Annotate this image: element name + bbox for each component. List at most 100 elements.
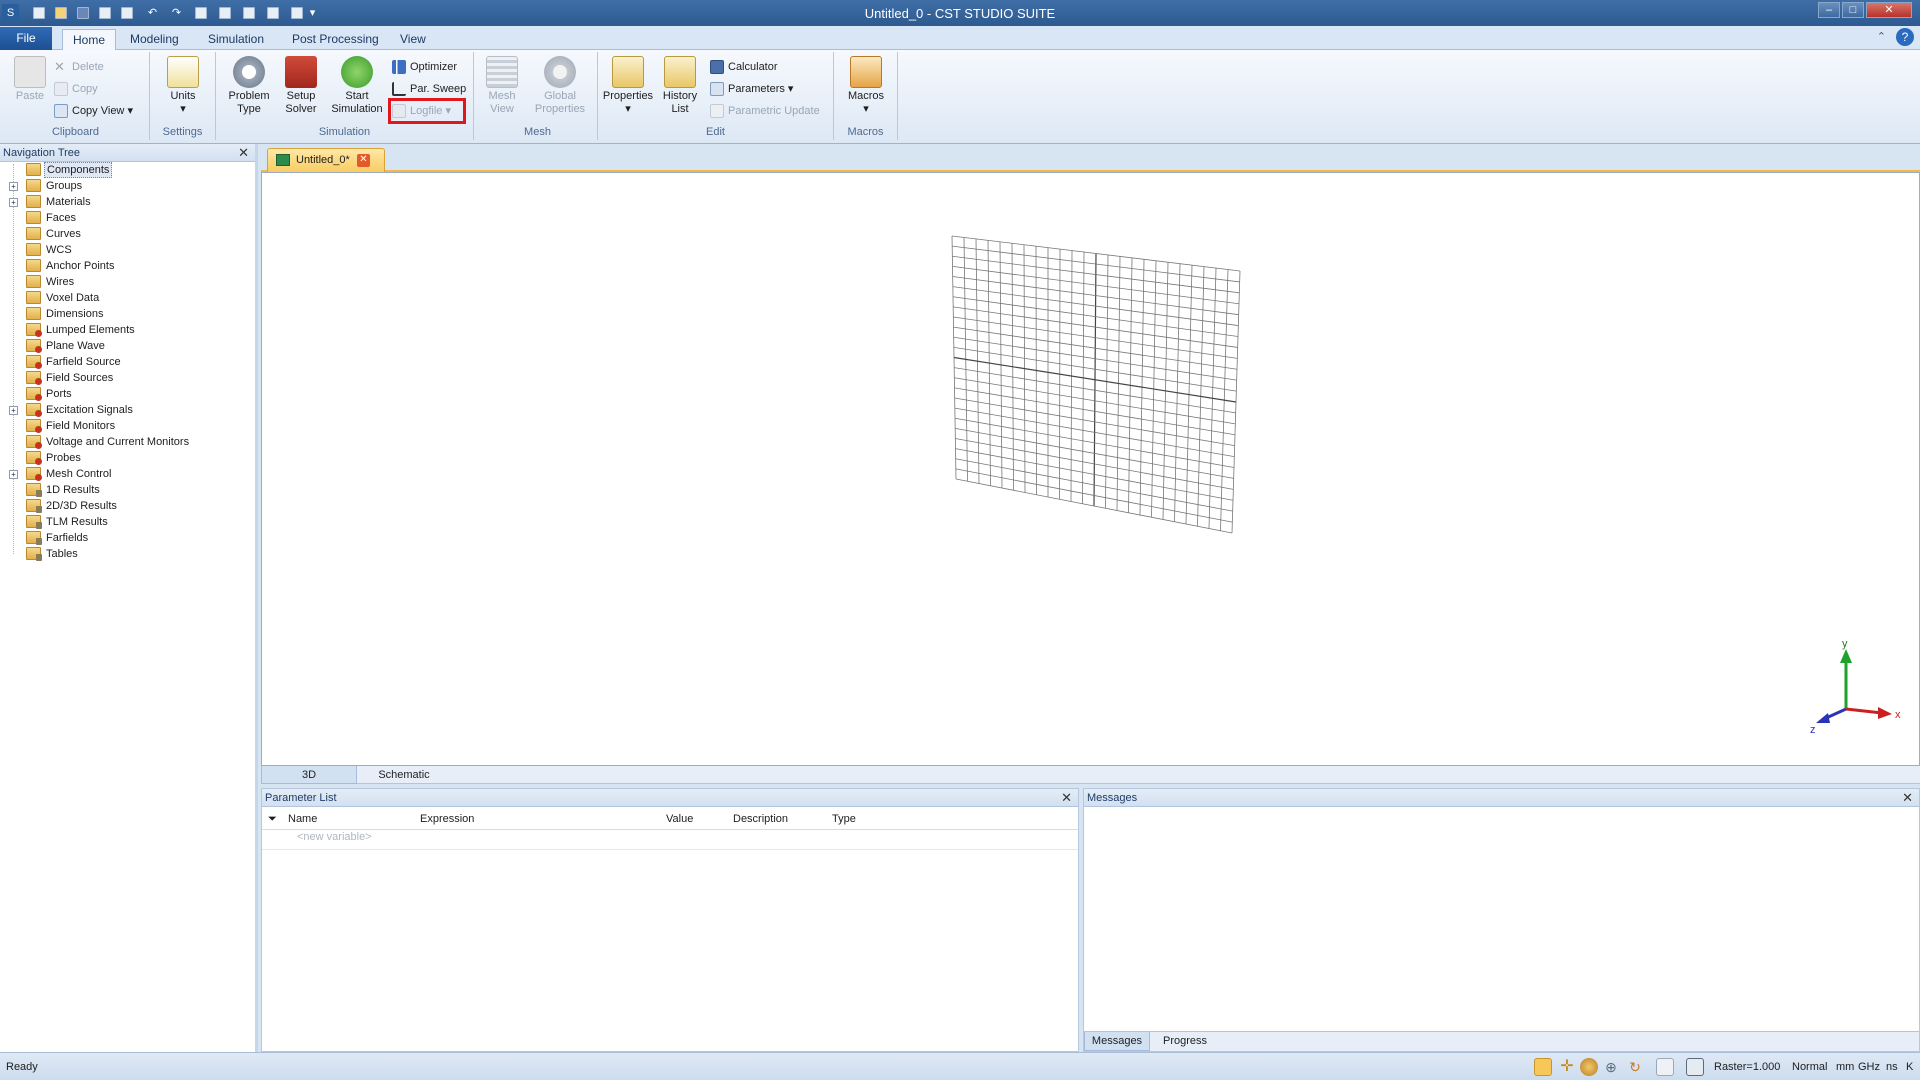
folder-icon: [26, 259, 41, 272]
tree-item-label: Voxel Data: [46, 292, 100, 304]
tab-home[interactable]: Home: [62, 29, 117, 50]
problem-type-button[interactable]: Problem Type: [226, 56, 272, 116]
setup-solver-label: Setup Solver: [285, 90, 317, 115]
tree-item[interactable]: Faces: [0, 210, 255, 226]
group-clipboard: Paste ✕ Delete Copy Copy View ▾ Clipboar…: [2, 52, 150, 140]
folder-icon: [26, 371, 42, 385]
collapse-ribbon-icon[interactable]: ⌃: [1877, 30, 1886, 43]
status-text: Ready: [6, 1061, 38, 1073]
tree-item[interactable]: Curves: [0, 226, 255, 242]
tree-item[interactable]: Plane Wave: [0, 338, 255, 354]
tree-item[interactable]: + Groups: [0, 178, 255, 194]
par-sweep-button[interactable]: Par. Sweep: [390, 80, 466, 98]
tab-messages[interactable]: Messages: [1084, 1032, 1150, 1051]
tree-item[interactable]: Dimensions: [0, 306, 255, 322]
optimizer-button[interactable]: Optimizer: [390, 58, 457, 76]
maximize-button[interactable]: □: [1842, 2, 1864, 18]
tree-item[interactable]: TLM Results: [0, 514, 255, 530]
close-icon[interactable]: ✕: [357, 154, 370, 167]
macros-button[interactable]: Macros ▾: [844, 56, 888, 116]
expand-icon[interactable]: +: [9, 198, 18, 207]
tree-item[interactable]: Probes: [0, 450, 255, 466]
tab-3d[interactable]: 3D: [261, 766, 357, 784]
copy-button[interactable]: Copy: [52, 80, 98, 98]
tree-item[interactable]: 1D Results: [0, 482, 255, 498]
calculator-label: Calculator: [728, 61, 778, 73]
tab-modeling[interactable]: Modeling: [120, 29, 189, 50]
navigation-tree-title: Navigation Tree: [3, 147, 81, 159]
tree-item[interactable]: Anchor Points: [0, 258, 255, 274]
tree-item[interactable]: Farfield Source: [0, 354, 255, 370]
rotate-icon[interactable]: [1580, 1058, 1598, 1076]
tree-item-label: TLM Results: [46, 516, 108, 528]
calculator-button[interactable]: Calculator: [708, 58, 778, 76]
3d-viewport[interactable]: y x z: [261, 172, 1920, 766]
tab-post-processing[interactable]: Post Processing: [282, 29, 389, 50]
tree-item[interactable]: Farfields: [0, 530, 255, 546]
tree-item[interactable]: Voltage and Current Monitors: [0, 434, 255, 450]
paste-button[interactable]: Paste: [12, 56, 48, 103]
expand-icon[interactable]: +: [9, 182, 18, 191]
tree-item[interactable]: Ports: [0, 386, 255, 402]
properties-button[interactable]: Properties ▾: [602, 56, 654, 116]
tree-item[interactable]: Field Sources: [0, 370, 255, 386]
column-value[interactable]: Value: [666, 809, 693, 829]
close-icon[interactable]: ✕: [1902, 789, 1913, 807]
tree-item[interactable]: + Mesh Control: [0, 466, 255, 482]
reset-view-icon[interactable]: ↻: [1626, 1058, 1644, 1076]
history-list-button[interactable]: History List: [660, 56, 700, 116]
view-cube-icon[interactable]: [1686, 1058, 1704, 1076]
tab-view[interactable]: View: [390, 29, 436, 50]
copy-label: Copy: [72, 83, 98, 95]
tab-progress[interactable]: Progress: [1150, 1032, 1220, 1051]
tree-item[interactable]: Tables: [0, 546, 255, 562]
par-sweep-icon: [392, 82, 406, 96]
column-name[interactable]: Name: [288, 809, 317, 829]
column-expression[interactable]: Expression: [420, 809, 474, 829]
tree-item[interactable]: 2D/3D Results: [0, 498, 255, 514]
unit-frequency: GHz: [1858, 1061, 1880, 1073]
tree-item[interactable]: Wires: [0, 274, 255, 290]
zoom-tool-icon[interactable]: [1534, 1058, 1552, 1076]
column-type[interactable]: Type: [832, 809, 856, 829]
tab-simulation[interactable]: Simulation: [198, 29, 274, 50]
start-simulation-button[interactable]: Start Simulation: [326, 56, 388, 116]
plate-mesh: [951, 235, 1241, 534]
parametric-update-button[interactable]: Parametric Update: [708, 102, 820, 120]
units-button[interactable]: Units ▾: [164, 56, 202, 116]
minimize-button[interactable]: –: [1818, 2, 1840, 18]
tree-item[interactable]: WCS: [0, 242, 255, 258]
tree-item-label: Probes: [46, 452, 81, 464]
zoom-icon[interactable]: ⊕: [1602, 1058, 1620, 1076]
mesh-view-button[interactable]: Mesh View: [482, 56, 522, 116]
expand-icon[interactable]: +: [9, 470, 18, 479]
group-macros: Macros ▾ Macros: [834, 52, 898, 140]
parameters-button[interactable]: Parameters ▾: [708, 80, 793, 98]
filter-icon[interactable]: ⏷: [268, 809, 277, 829]
folder-icon: [26, 419, 42, 433]
tab-file[interactable]: File: [0, 27, 52, 50]
pan-icon[interactable]: ✛: [1558, 1058, 1576, 1076]
tree-item[interactable]: Components: [0, 162, 255, 178]
group-label-clipboard: Clipboard: [51, 126, 100, 138]
setup-solver-button[interactable]: Setup Solver: [278, 56, 324, 116]
close-icon[interactable]: ✕: [1061, 789, 1072, 807]
tree-item[interactable]: Voxel Data: [0, 290, 255, 306]
tab-schematic[interactable]: Schematic: [357, 766, 451, 784]
expand-icon[interactable]: +: [9, 406, 18, 415]
global-properties-button[interactable]: Global Properties: [528, 56, 592, 116]
document-tab[interactable]: Untitled_0* ✕: [267, 148, 385, 172]
tree-item[interactable]: + Excitation Signals: [0, 402, 255, 418]
tree-item[interactable]: Field Monitors: [0, 418, 255, 434]
tree-item[interactable]: Lumped Elements: [0, 322, 255, 338]
column-description[interactable]: Description: [733, 809, 788, 829]
help-icon[interactable]: ?: [1896, 28, 1914, 46]
tree-item[interactable]: + Materials: [0, 194, 255, 210]
close-button[interactable]: ✕: [1866, 2, 1912, 18]
fit-view-icon[interactable]: [1656, 1058, 1674, 1076]
delete-button[interactable]: ✕ Delete: [52, 58, 104, 76]
close-icon[interactable]: ✕: [238, 144, 249, 162]
new-variable-row[interactable]: <new variable>: [297, 831, 372, 843]
copy-view-button[interactable]: Copy View ▾: [52, 102, 133, 120]
raster-value: Raster=1.000: [1714, 1061, 1781, 1073]
